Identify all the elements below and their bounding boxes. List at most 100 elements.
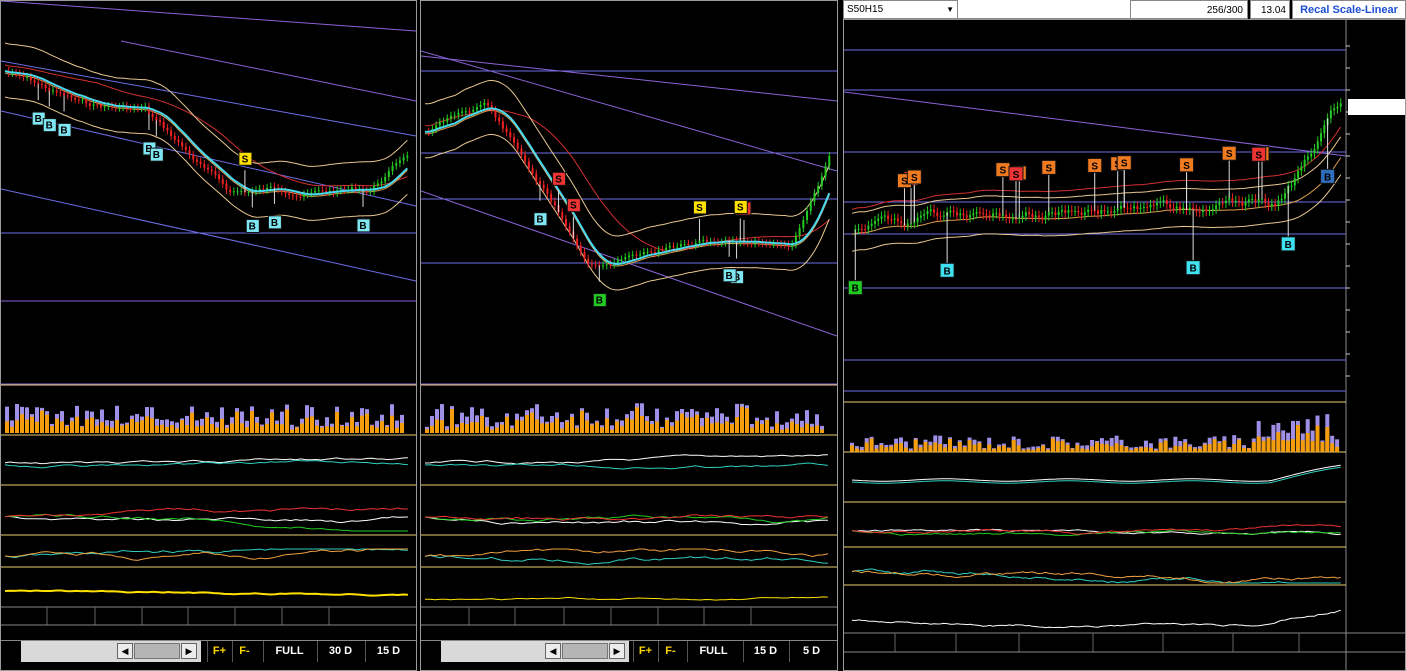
toolbar-spacer (958, 0, 1130, 19)
scroll-right-icon[interactable]: ▶ (609, 643, 625, 659)
volume-bar (933, 442, 938, 452)
volume-bar (225, 427, 229, 433)
candle (624, 257, 627, 260)
volume-bar (1016, 445, 1021, 452)
candle (639, 254, 642, 256)
candle (887, 215, 890, 220)
candle (262, 188, 265, 190)
volume-bar (705, 417, 709, 433)
candle (1274, 203, 1277, 207)
candle (438, 122, 441, 126)
candle (870, 223, 873, 226)
candle (207, 167, 209, 170)
volume-bar (645, 420, 649, 433)
candle (1001, 214, 1004, 217)
candle (798, 228, 801, 236)
volume-bar (755, 420, 759, 433)
candle (51, 90, 54, 92)
symbol-select[interactable]: S50H15 ▼ (843, 0, 958, 19)
zoom-out-button[interactable]: F- (232, 641, 256, 662)
full-range-button[interactable]: FULL (687, 641, 739, 662)
volume-bar (40, 410, 44, 433)
volume-bar (770, 429, 774, 433)
scrollbar-thumb[interactable] (562, 643, 608, 659)
range-30d-button[interactable]: 30 D (317, 641, 363, 662)
chart-panel-15min[interactable]: BBSBSSSSB (420, 0, 838, 671)
chart-canvas-5min[interactable]: SSSSSSSBSSSSSBSSBSBSSB (844, 20, 1405, 670)
full-range-button[interactable]: FULL (263, 641, 315, 662)
candle (472, 109, 475, 112)
volume-bar (1055, 441, 1060, 452)
candle (1106, 211, 1109, 213)
volume-bar (1193, 448, 1197, 452)
scroll-right-icon[interactable]: ▶ (181, 643, 197, 659)
candle (225, 183, 228, 190)
zoom-in-button[interactable]: F+ (207, 641, 231, 662)
range-15d-button[interactable]: 15 D (743, 641, 787, 662)
candle (1313, 148, 1316, 154)
range-15d-button[interactable]: 15 D (365, 641, 411, 662)
zoom-in-button[interactable]: F+ (633, 641, 657, 662)
volume-bar (65, 426, 69, 433)
candle (817, 185, 820, 193)
volume-bar (1075, 444, 1080, 452)
candle (513, 137, 516, 143)
volume-bar (1158, 442, 1163, 452)
volume-bar (75, 416, 79, 433)
zoom-out-button[interactable]: F- (658, 641, 682, 662)
range-5d-button[interactable]: 5 D (789, 641, 833, 662)
candle (1175, 206, 1178, 209)
candle (192, 154, 195, 160)
candle (942, 215, 945, 217)
volume-bar (390, 415, 394, 433)
scrollbar-thumb[interactable] (134, 643, 180, 659)
buy-signal-label: B (46, 121, 53, 132)
chart-panel-30min[interactable]: BBBBBBBSB (0, 0, 417, 671)
chart-canvas-30min[interactable]: B BBBBBBSB (1, 1, 416, 641)
candle (1133, 206, 1136, 209)
recal-scale-button[interactable]: Recal Scale-Linear (1292, 0, 1406, 19)
volume-bar (110, 427, 114, 433)
candle (365, 190, 368, 192)
chart-panel-5min[interactable]: SSSSSSSBSSSSSBSSBSBSSB (843, 19, 1406, 671)
candle (170, 130, 173, 137)
candle (923, 214, 926, 216)
candle (750, 243, 753, 245)
volume-bar (585, 420, 589, 433)
volume-bar (200, 425, 204, 433)
candle (542, 184, 545, 189)
volume-bar (894, 443, 899, 452)
volume-bar (740, 406, 744, 433)
volume-bar (1124, 446, 1129, 452)
candle (813, 192, 816, 202)
buy-signal-label: B (1190, 264, 1197, 275)
candle (939, 215, 942, 217)
candle (99, 104, 102, 108)
volume-bar (884, 447, 889, 452)
scroll-left-icon[interactable]: ◀ (117, 643, 133, 659)
candle (883, 215, 886, 217)
current-price-tag (1348, 99, 1405, 115)
candle (173, 136, 176, 140)
candle (880, 216, 883, 219)
buy-signal-label: B (536, 215, 543, 226)
candle (501, 121, 504, 129)
volume-bar (1026, 449, 1031, 452)
candle (1116, 208, 1119, 211)
candle (1238, 200, 1241, 202)
candle (860, 228, 863, 230)
volume-bar (730, 424, 734, 433)
candle (587, 258, 590, 264)
volume-bar (675, 420, 679, 433)
chart-canvas-15min[interactable]: BBSBSSSSB (421, 1, 837, 641)
volume-bar (485, 426, 489, 433)
candle (1192, 207, 1195, 210)
candle (809, 201, 812, 211)
scroll-left-icon[interactable]: ◀ (545, 643, 561, 659)
volume-bar (1202, 444, 1207, 452)
sell-signal-label: S (1091, 161, 1098, 172)
volume-bar (500, 424, 504, 433)
candle (464, 111, 467, 113)
volume-bar (85, 419, 89, 433)
candle (1156, 202, 1159, 206)
